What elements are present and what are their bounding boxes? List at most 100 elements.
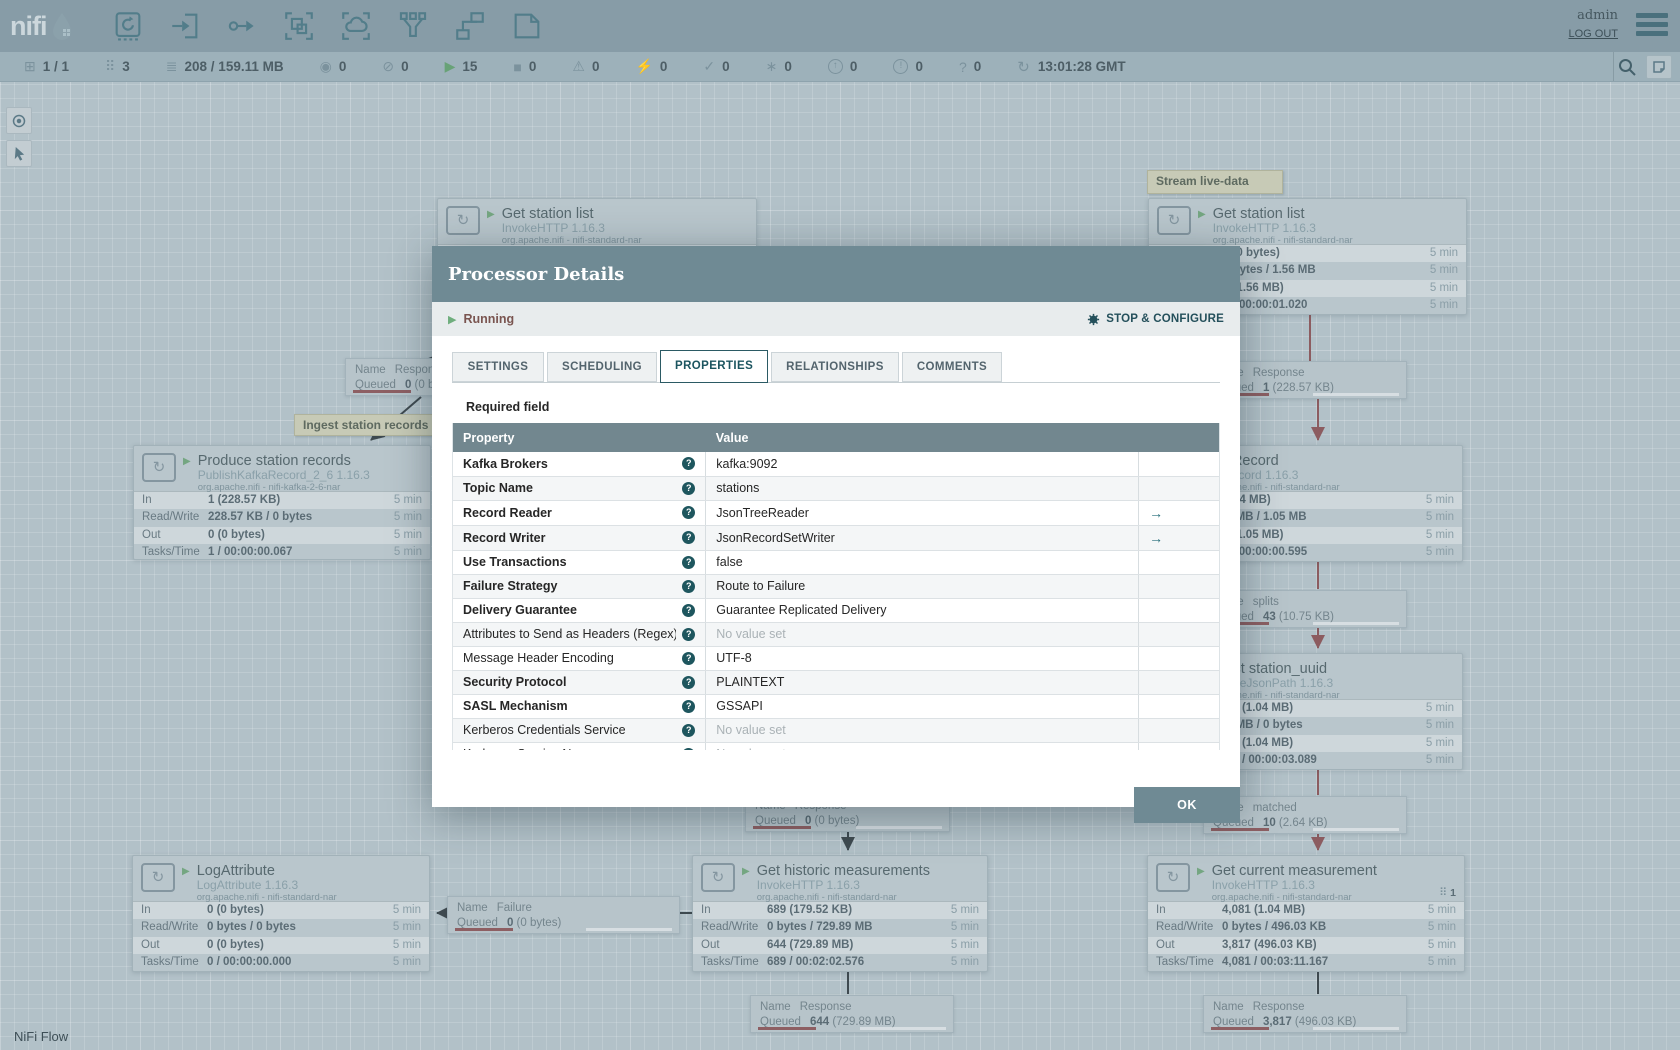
processor-name: Get historic measurements [756,863,930,879]
connection-name: Response [1252,367,1305,379]
threads-icon: ⠿ [105,58,116,74]
status-bar-divider [1613,52,1614,81]
help-icon[interactable]: ? [682,651,696,665]
connection-response-bottom-center[interactable]: Name Response Queued 644 (729.89 MB) [750,995,954,1033]
goto-controller-service-icon[interactable]: → [1149,505,1163,521]
value-cell: Route to Failure [705,574,1139,599]
stat-window: 5 min [1429,281,1458,294]
processor-log-attribute[interactable]: ↻ ▶ LogAttribute LogAttribute 1.16.3 org.apa… [132,855,430,972]
label-tool-icon[interactable] [510,9,544,43]
panel-toggle-button[interactable] [1646,54,1672,79]
stat-value: 1 (1.34 MB) [1210,494,1271,506]
processor-type: LogAttribute 1.16.3 [196,878,299,892]
global-menu-button[interactable] [1636,13,1668,36]
running-icon: ▶ [444,58,456,74]
help-icon[interactable]: ? [682,506,696,519]
help-icon[interactable]: ? [682,457,696,471]
backpressure-bar-grey [856,826,942,829]
queued-icon: ≣ [165,58,178,74]
status-count: 0 [915,59,923,74]
stat-row: Read/Write 228.57 KB / 0 bytes 5 min [134,509,430,526]
stat-value: 0 (0 bytes) [207,938,264,951]
stat-window: 5 min [1429,247,1458,259]
navigate-palette-button[interactable] [6,107,32,134]
help-icon[interactable]: ? [682,627,696,641]
status-count: 0 [849,59,858,74]
funnel-tool-icon[interactable] [396,9,430,43]
property-value: false [716,555,743,569]
canvas-label-ingest-station-records[interactable]: Ingest station records [294,414,438,436]
required-field-note: Required field [466,400,550,414]
property-name: Failure Strategy [463,579,558,593]
help-icon[interactable]: ? [682,723,696,737]
refresh-icon[interactable]: ↻ [1017,58,1030,76]
template-tool-icon[interactable] [453,9,487,43]
process-group-tool-icon[interactable] [282,9,316,43]
logout-link[interactable]: LOG OUT [1568,28,1618,40]
stat-label: Read/Write [141,921,199,934]
stat-window: 5 min [1425,719,1454,732]
stat-label: Tasks/Time [701,956,759,969]
tab-properties[interactable]: PROPERTIES [660,350,769,383]
tab-comments[interactable]: COMMENTS [901,352,1003,382]
note-icon [1653,60,1665,73]
value-cell: Guarantee Replicated Delivery [705,598,1139,623]
stat-value: 134 / 00:00:00.595 [1210,546,1308,559]
canvas-label-stream-live-data[interactable]: Stream live-data [1147,170,1283,194]
help-icon[interactable]: ? [682,531,696,544]
output-port-tool-icon[interactable] [225,9,259,43]
connection-failure[interactable]: Name Failure Queued 0 (0 bytes) [447,896,680,934]
property-value: Route to Failure [716,579,806,593]
status-count: 0 [659,59,668,74]
value-cell: kafka:9092 [705,452,1139,477]
column-header-goto [1138,423,1219,452]
help-icon[interactable]: ? [682,579,696,593]
stat-label: Tasks/Time [142,546,200,559]
help-icon[interactable]: ? [682,603,696,617]
connection-name: Failure [496,902,532,914]
goto-controller-service-icon[interactable]: → [1149,530,1163,546]
property-name: Record Writer [463,530,546,545]
help-icon[interactable]: ? [682,481,696,495]
property-value: JsonTreeReader [716,505,809,520]
run-status-icon: ▶ [1197,866,1205,877]
up-to-date-icon: ✓ [703,58,716,74]
tab-scheduling[interactable]: SCHEDULING [547,352,658,382]
property-cell: Attributes to Send as Headers (Regex)? [453,622,706,647]
processor-tool-icon[interactable] [111,9,145,43]
input-port-tool-icon[interactable] [168,9,202,43]
property-value: JsonRecordSetWriter [716,530,835,545]
stop-configure-button[interactable]: STOP & CONFIGURE [1086,312,1224,327]
processor-produce-station-records[interactable]: ↻ ▶ Produce station records PublishKafkaRec… [133,445,431,560]
property-cell: Kafka Brokers? [453,452,706,477]
ok-button[interactable]: OK [1134,787,1240,823]
queued-size: (0 bytes) [513,917,562,929]
remote-process-group-tool-icon[interactable] [339,9,373,43]
backpressure-bar [1211,828,1269,831]
processor-get-current-measurement[interactable]: ↻ ▶ Get current measurement InvokeHTTP 1.16… [1147,855,1465,972]
status-up-to-date: ✓ 0 [703,58,729,75]
stat-value: 0 / 00:00:00.000 [207,956,292,969]
property-value: PLAINTEXT [716,675,785,689]
help-icon[interactable]: ? [682,747,696,750]
stat-label: Tasks/Time [141,956,199,969]
current-user: admin [1577,8,1618,23]
tab-settings[interactable]: SETTINGS [452,352,544,382]
processor-type: InvokeHTTP 1.16.3 [1212,221,1316,235]
property-row: Use Transactions? false [453,550,1219,575]
breadcrumb[interactable]: NiFi Flow [14,1029,68,1044]
help-icon[interactable]: ? [682,555,696,569]
processor-bundle: org.apache.nifi - nifi-standard-nar [1212,235,1353,246]
connection-response-bottom-right[interactable]: Name Response Queued 3,817 (496.03 KB) [1203,995,1407,1033]
help-icon[interactable]: ? [682,675,696,689]
search-icon[interactable] [1617,57,1637,77]
property-name: Kerberos Credentials Service [463,723,626,737]
stat-value: 1 / 00:00:01.020 [1223,299,1308,312]
help-icon[interactable]: ? [682,699,696,713]
processor-get-historic-measurements[interactable]: ↻ ▶ Get historic measurements InvokeHTTP 1.… [692,855,988,972]
tab-relationships[interactable]: RELATIONSHIPS [771,352,899,382]
operate-palette-button[interactable] [6,140,32,167]
property-cell: Record Writer? [453,525,706,551]
processor-bundle: org.apache.nifi - nifi-standard-nar [501,235,642,246]
backpressure-bar [353,390,411,393]
